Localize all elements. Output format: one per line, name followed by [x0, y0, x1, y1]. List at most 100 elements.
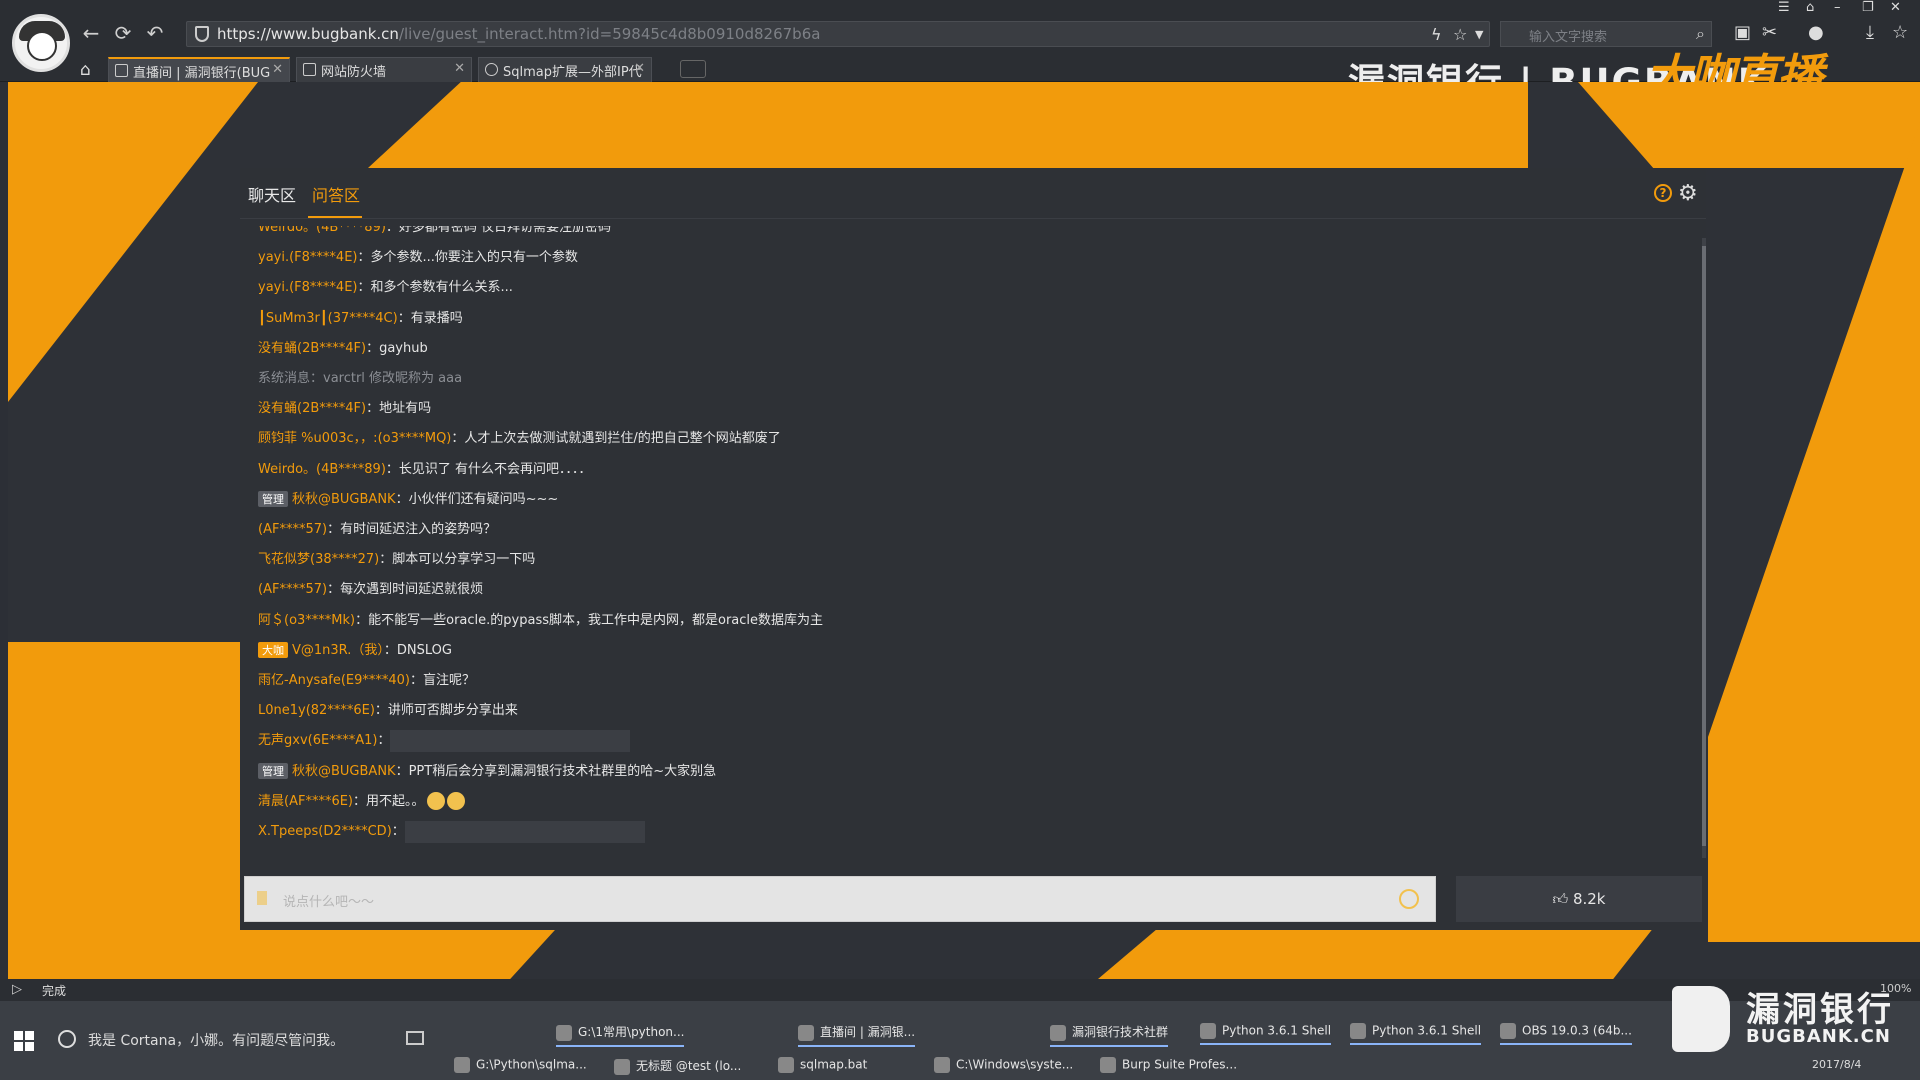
status-text: 完成 [42, 984, 67, 998]
taskbar-window[interactable]: Python 3.6.1 Shell [1200, 1023, 1332, 1045]
browser-chrome: ← ⟳ ↶ https://www.bugbank.cn/live/guest_… [0, 0, 1920, 104]
message-username[interactable]: 清晨(AF****6E) [258, 794, 353, 809]
bookmark-star-icon[interactable]: ☆ [1892, 22, 1908, 43]
laugh-emoji-icon [446, 792, 465, 811]
message-username[interactable]: V@1n3R.（我） [292, 643, 384, 658]
taskbar-window[interactable]: 漏洞银行技术社群 [1050, 1023, 1169, 1047]
chat-panel: 聊天区 问答区 ? ⚙ Weirdo。(4B****89)：好多都有密码 仅日拜… [240, 168, 1706, 930]
taskbar-window[interactable]: Python 3.6.1 Shell [1350, 1023, 1482, 1045]
panel-toggle-icon[interactable]: ▷ [12, 982, 22, 997]
minimize-icon[interactable]: – [1834, 0, 1841, 15]
app-icon [1050, 1024, 1066, 1041]
app-icon [798, 1024, 814, 1041]
message-username[interactable]: 顾钧菲 %u003c，，:(o3****MQ) [258, 431, 451, 446]
tab-sqlmap[interactable]: Sqlmap扩展—外部IP代 ✕ [478, 57, 652, 82]
menu-icon[interactable]: ☰ [1778, 0, 1790, 15]
message-username[interactable]: L0ne1y(82****6E) [258, 703, 375, 718]
undo-icon[interactable]: ↶ [144, 22, 166, 44]
avatar-face [27, 31, 57, 61]
message-username[interactable]: (AF****57) [258, 582, 327, 597]
taskbar-window[interactable]: G:\Python\sqlma... [454, 1057, 587, 1073]
star-icon[interactable]: ☆ [1453, 25, 1467, 44]
restore-icon[interactable]: ❐ [1862, 0, 1874, 15]
windows-start-icon[interactable] [14, 1031, 34, 1051]
gear-icon[interactable]: ⚙ [1678, 181, 1698, 206]
chat-message: 阿＄(o3****Mk)：能不能写一些oracle.的pypass脚本，我工作中… [258, 609, 823, 628]
message-text: ：讲师可否脚步分享出来 [374, 703, 518, 719]
message-username[interactable]: yayi.(F8****4E) [258, 280, 357, 295]
message-username[interactable]: 秋秋@BUGBANK [292, 764, 396, 779]
refresh-icon[interactable]: ⟳ [112, 22, 134, 44]
cortana-text: 我是 Cortana，小娜。有问题尽管问我。 [88, 1033, 345, 1049]
message-username[interactable]: 无声gxv(6E****A1) [258, 733, 377, 748]
close-tab-icon[interactable]: ✕ [634, 61, 645, 76]
new-tab-button[interactable] [680, 60, 706, 78]
skin-icon[interactable]: ⌂ [1806, 0, 1814, 15]
chat-message: (AF****57)：有时间延迟注入的姿势吗？ [258, 518, 496, 537]
tab-live-room[interactable]: 直播间 | 漏洞银行(BUG ✕ [108, 57, 290, 82]
taskbar-clock[interactable]: 2017/8/4 [1812, 1058, 1861, 1071]
bugbank-watermark-logo: 漏洞银行 BUGBANK.CN [1672, 982, 1912, 1056]
close-window-icon[interactable]: ✕ [1890, 0, 1901, 15]
message-text: ：和多个参数有什么关系... [357, 280, 513, 296]
chat-message: 管理 秋秋@BUGBANK：小伙伴们还有疑问吗~~~ [258, 488, 558, 507]
chat-scrollbar[interactable] [1702, 238, 1706, 858]
message-text: ：长见识了 有什么不会再问吧．．．． [385, 461, 592, 477]
message-username[interactable]: yayi.(F8****4E) [258, 250, 357, 265]
download-icon[interactable]: ⤓ [1866, 22, 1874, 43]
message-username[interactable]: ┃SuMm3r┃(37****4C) [258, 311, 398, 326]
message-text: ：gayhub [366, 340, 428, 356]
lightning-icon[interactable]: ϟ [1431, 25, 1442, 44]
tab-qa-area[interactable]: 问答区 [312, 182, 360, 206]
emoji-icon[interactable] [1399, 889, 1419, 909]
page-icon [303, 63, 316, 76]
like-button[interactable]: 👍︎ 8.2k [1456, 876, 1702, 922]
taskbar-window-label: Python 3.6.1 Shell [1372, 1023, 1482, 1038]
task-view-icon[interactable] [406, 1031, 424, 1045]
close-tab-icon[interactable]: ✕ [454, 61, 465, 76]
taskbar-window[interactable]: 直播间 | 漏洞银... [798, 1023, 916, 1047]
message-username[interactable]: Weirdo。(4B****89) [258, 226, 386, 235]
system-message-text: 系统消息：varctrl 修改昵称为 aaa [258, 371, 463, 386]
chat-message: 没有蛹(2B****4F)：地址有吗 [258, 397, 431, 416]
dropdown-icon[interactable]: ▼ [1475, 28, 1483, 41]
taskbar-window[interactable]: G:\1常用\python... [556, 1023, 685, 1047]
close-tab-icon[interactable]: ✕ [272, 62, 283, 77]
address-bar[interactable]: https://www.bugbank.cn/live/guest_intera… [186, 21, 1490, 47]
deco-stripe [1708, 122, 1920, 942]
home-icon[interactable]: ⌂ [80, 60, 91, 80]
cortana-icon [58, 1030, 76, 1048]
message-username[interactable]: 秋秋@BUGBANK [292, 492, 396, 507]
tab-label: 直播间 | 漏洞银行(BUG [133, 66, 271, 81]
back-icon[interactable]: ← [80, 22, 102, 44]
url-text[interactable]: https://www.bugbank.cn/live/guest_intera… [217, 25, 820, 43]
message-username[interactable]: 没有蛹(2B****4F) [258, 341, 366, 356]
message-username[interactable]: X.Tpeeps(D2****CD) [258, 824, 392, 839]
taskbar-window[interactable]: Burp Suite Profes... [1100, 1057, 1237, 1073]
tab-chat-area[interactable]: 聊天区 [248, 182, 296, 206]
message-username[interactable]: 飞花似梦(38****27) [258, 552, 379, 567]
app-icon [1500, 1023, 1516, 1039]
chat-message: yayi.(F8****4E)：多个参数...你要注入的只有一个参数 [258, 246, 578, 265]
image-placeholder [404, 820, 645, 843]
message-text: ：PPT稍后会分享到漏洞银行技术社群里的哈~大家别急 [395, 763, 717, 779]
scrollbar-thumb[interactable] [1702, 246, 1706, 846]
chat-input[interactable]: 说点什么吧～～ [244, 876, 1436, 922]
message-username[interactable]: (AF****57) [258, 522, 327, 537]
message-username[interactable]: 雨亿-Anysafe(E9****40) [258, 673, 410, 688]
taskbar-window[interactable]: OBS 19.0.3 (64b... [1500, 1023, 1632, 1045]
tab-firewall[interactable]: 网站防火墙 ✕ [296, 57, 472, 82]
taskbar-window[interactable]: C:\Windows\syste... [934, 1057, 1073, 1073]
message-username[interactable]: Weirdo。(4B****89) [258, 462, 386, 477]
taskbar-window[interactable]: 无标题 @test (lo... [614, 1057, 741, 1075]
help-icon[interactable]: ? [1654, 184, 1672, 202]
message-username[interactable]: 没有蛹(2B****4F) [258, 401, 366, 416]
deco-stripe [368, 82, 1528, 168]
taskbar-window[interactable]: sqlmap.bat [778, 1057, 867, 1073]
message-text: ： [377, 733, 391, 749]
chat-message: X.Tpeeps(D2****CD)： [258, 820, 645, 843]
message-username[interactable]: 阿＄(o3****Mk) [258, 613, 355, 628]
chat-message: 大咖 V@1n3R.（我）：DNSLOG [258, 639, 452, 658]
chat-message: 无声gxv(6E****A1)： [258, 729, 631, 752]
user-avatar[interactable] [12, 14, 70, 72]
